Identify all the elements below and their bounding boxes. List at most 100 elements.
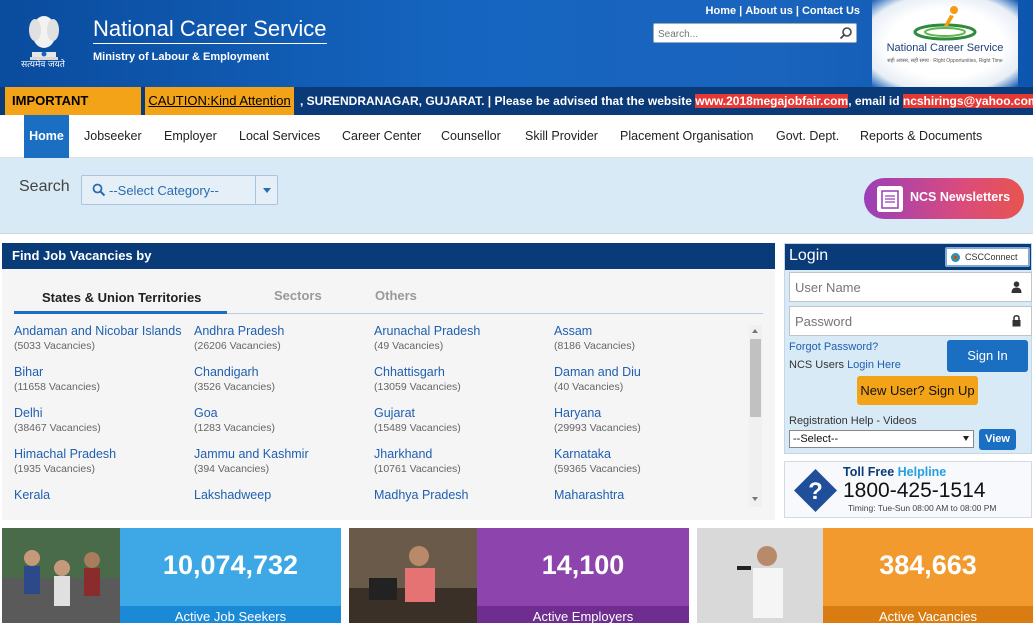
state-name-link[interactable]: Chhattisgarh [374, 364, 554, 380]
sign-up-button[interactable]: New User? Sign Up [857, 376, 978, 405]
nav-employer[interactable]: Employer [164, 115, 217, 158]
main-nav: Home Jobseeker Employer Local Services C… [0, 115, 1033, 158]
state-item[interactable]: Andaman and Nicobar Islands (5033 Vacanci… [14, 323, 194, 354]
nav-govt-dept[interactable]: Govt. Dept. [776, 115, 839, 158]
state-item[interactable]: Assam (8186 Vacancies) [554, 323, 734, 354]
state-item[interactable]: Chandigarh (3526 Vacancies) [194, 364, 374, 395]
forgot-password-link[interactable]: Forgot Password? [789, 341, 878, 353]
sign-in-button[interactable]: Sign In [947, 340, 1028, 372]
state-name-link[interactable]: Lakshadweep [194, 487, 374, 503]
state-vacancy-count: (5033 Vacancies) [14, 340, 95, 352]
chevron-down-icon[interactable] [263, 188, 271, 193]
state-item[interactable]: Gujarat (15489 Vacancies) [374, 405, 554, 436]
site-title[interactable]: National Career Service [93, 16, 327, 44]
state-item[interactable]: Chhattisgarh (13059 Vacancies) [374, 364, 554, 395]
contact-us-link[interactable]: Contact Us [802, 5, 860, 17]
state-vacancy-count: (10761 Vacancies) [374, 463, 461, 475]
search-icon[interactable] [839, 26, 853, 40]
stat-card-employers: 14,100 Active Employers [349, 528, 689, 623]
state-name-link[interactable]: Bihar [14, 364, 194, 380]
scroll-thumb[interactable] [750, 339, 761, 417]
site-search-input[interactable] [654, 25, 834, 44]
ncs-logo-swoosh-icon [913, 6, 977, 41]
state-vacancy-count: (394 Vacancies) [194, 463, 270, 475]
password-input[interactable] [790, 307, 1000, 335]
state-item[interactable]: Daman and Diu (40 Vacancies) [554, 364, 734, 395]
tab-others[interactable]: Others [375, 288, 417, 303]
nav-reports-documents[interactable]: Reports & Documents [860, 115, 982, 158]
state-item[interactable]: Bihar (11658 Vacancies) [14, 364, 194, 395]
nav-home[interactable]: Home [24, 115, 69, 158]
nav-jobseeker[interactable]: Jobseeker [84, 115, 142, 158]
state-vacancy-count: (40 Vacancies) [554, 381, 624, 393]
state-name-link[interactable]: Jharkhand [374, 446, 554, 462]
state-item[interactable]: Kerala [14, 487, 194, 503]
nav-placement-organisation[interactable]: Placement Organisation [620, 115, 753, 158]
login-here-link[interactable]: Login Here [847, 359, 901, 371]
csc-connect-button[interactable]: CSCConnect [945, 247, 1030, 267]
state-name-link[interactable]: Haryana [554, 405, 734, 421]
state-name-link[interactable]: Madhya Pradesh [374, 487, 554, 503]
state-item[interactable]: Delhi (38467 Vacancies) [14, 405, 194, 436]
search-band: Search --Select Category-- NCS Newslette… [0, 158, 1033, 234]
about-us-link[interactable]: About us [745, 5, 793, 17]
state-item[interactable]: Haryana (29993 Vacancies) [554, 405, 734, 436]
nav-skill-provider[interactable]: Skill Provider [525, 115, 598, 158]
state-name-link[interactable]: Andaman and Nicobar Islands [14, 323, 194, 339]
state-name-link[interactable]: Assam [554, 323, 734, 339]
state-item[interactable]: Madhya Pradesh [374, 487, 554, 503]
state-vacancy-count: (59365 Vacancies) [554, 463, 641, 475]
state-name-link[interactable]: Jammu and Kashmir [194, 446, 374, 462]
tab-sectors[interactable]: Sectors [274, 288, 322, 303]
caution-link[interactable]: CAUTION:Kind Attention [145, 87, 294, 115]
home-link[interactable]: Home [706, 5, 737, 17]
nav-career-center[interactable]: Career Center [342, 115, 421, 158]
state-name-link[interactable]: Kerala [14, 487, 194, 503]
state-name-link[interactable]: Delhi [14, 405, 194, 421]
active-vacancies-label: Active Vacancies [823, 606, 1033, 623]
employers-photo [349, 528, 477, 623]
state-name-link[interactable]: Goa [194, 405, 374, 421]
state-name-link[interactable]: Chandigarh [194, 364, 374, 380]
category-select[interactable]: --Select Category-- [81, 175, 278, 205]
state-name-link[interactable]: Himachal Pradesh [14, 446, 194, 462]
state-item[interactable]: Himachal Pradesh (1935 Vacancies) [14, 446, 194, 477]
ncs-newsletters-button[interactable]: NCS Newsletters [864, 178, 1024, 219]
state-item[interactable]: Andhra Pradesh (26206 Vacancies) [194, 323, 374, 354]
state-item[interactable]: Jammu and Kashmir (394 Vacancies) [194, 446, 374, 477]
registration-video-select[interactable]: --Select-- [789, 430, 974, 448]
scroll-up-icon[interactable] [752, 329, 758, 333]
state-name-link[interactable]: Gujarat [374, 405, 554, 421]
state-name-link[interactable]: Arunachal Pradesh [374, 323, 554, 339]
states-scrollbar[interactable] [749, 325, 762, 507]
search-label: Search [19, 178, 70, 195]
state-item[interactable]: Karnataka (59365 Vacancies) [554, 446, 734, 477]
state-name-link[interactable]: Daman and Diu [554, 364, 734, 380]
site-subtitle: Ministry of Labour & Employment [93, 51, 270, 63]
registration-help-label: Registration Help - Videos [789, 415, 917, 427]
view-button[interactable]: View [979, 429, 1016, 450]
state-item[interactable]: Goa (1283 Vacancies) [194, 405, 374, 436]
username-input[interactable] [790, 273, 1000, 301]
newsletter-icon [877, 186, 903, 212]
state-vacancy-count: (26206 Vacancies) [194, 340, 281, 352]
state-vacancy-count: (49 Vacancies) [374, 340, 444, 352]
state-name-link[interactable]: Karnataka [554, 446, 734, 462]
nav-counsellor[interactable]: Counsellor [441, 115, 501, 158]
ncs-logo[interactable]: National Career Service सही अवसर, सही सम… [872, 0, 1018, 87]
chevron-down-icon [963, 436, 969, 441]
nav-local-services[interactable]: Local Services [239, 115, 320, 158]
notice-text-prefix: , SURENDRANAGAR, GUJARAT. | Please be ad… [300, 94, 696, 108]
notice-text-mid: , email id [848, 94, 903, 108]
site-header: सत्यमेव जयते National Career Service Min… [0, 0, 1033, 87]
scroll-down-icon[interactable] [752, 497, 758, 501]
tab-states[interactable]: States & Union Territories [42, 290, 201, 305]
state-name-link[interactable]: Andhra Pradesh [194, 323, 374, 339]
state-name-link[interactable]: Maharashtra [554, 487, 734, 503]
ncs-users-prefix: NCS Users [789, 359, 848, 371]
state-item[interactable]: Jharkhand (10761 Vacancies) [374, 446, 554, 477]
state-item[interactable]: Lakshadweep [194, 487, 374, 503]
state-item[interactable]: Arunachal Pradesh (49 Vacancies) [374, 323, 554, 354]
state-item[interactable]: Maharashtra [554, 487, 734, 503]
csc-connect-label: CSCConnect [965, 252, 1018, 262]
